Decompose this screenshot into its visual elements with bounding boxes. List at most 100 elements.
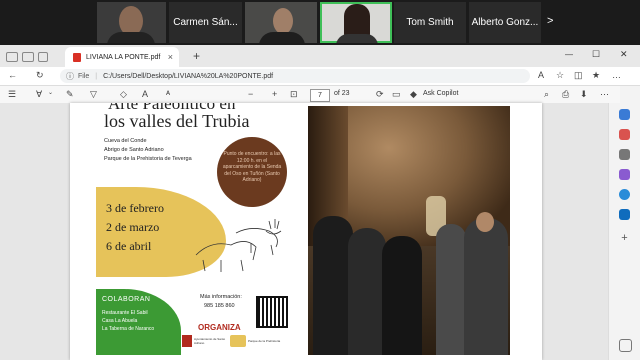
contents-icon[interactable]: ☰ <box>8 90 16 99</box>
date-item: 6 de abril <box>106 239 152 253</box>
place-item: Cueva del Conde <box>104 138 147 144</box>
pdf-viewer[interactable]: Arte Paleolítico en los valles del Trubi… <box>0 103 608 360</box>
tab-close-icon[interactable]: × <box>168 52 173 62</box>
participant-hair <box>344 4 370 38</box>
visitor-figure <box>382 236 422 355</box>
search-sidebar-icon[interactable] <box>619 109 630 120</box>
text-icon[interactable]: A <box>142 90 148 99</box>
place-item: Abrigo de Santo Adriano <box>104 147 164 153</box>
favorites-icon[interactable]: ★ <box>592 71 600 80</box>
participant-name: Tom Smith <box>406 17 454 28</box>
participant-shoulders <box>259 32 305 43</box>
tools-icon[interactable] <box>619 149 630 160</box>
participant-name: Carmen Sán... <box>173 17 238 28</box>
participant-video-3[interactable] <box>245 2 317 43</box>
organiza-label: ORGANIZA <box>198 323 241 332</box>
tab-bar: LIVIANA LA PONTE.pdf × + — ☐ ✕ <box>0 45 640 67</box>
tab-actions-icon[interactable] <box>22 52 34 62</box>
cave-art-drawing <box>195 219 282 272</box>
participant-tile-alberto[interactable]: Alberto Gonz... <box>469 2 541 43</box>
collaborator-item: Restaurante El Sabil <box>102 310 148 316</box>
info-label: Más información: <box>200 294 242 300</box>
address-url: C:/Users/Dell/Desktop/LIVIANA%20LA%20PON… <box>103 72 274 80</box>
qr-code <box>256 296 288 328</box>
fit-page-icon[interactable]: ⊡ <box>290 90 298 99</box>
visitor-figure <box>348 228 386 355</box>
menu-dots-icon[interactable]: … <box>612 71 621 80</box>
close-window-button[interactable]: ✕ <box>620 49 628 60</box>
filter-icon[interactable]: ∀ <box>36 90 42 99</box>
new-tab-button[interactable]: + <box>193 49 200 63</box>
favorite-star-icon[interactable]: ☆ <box>556 71 564 80</box>
info-phone: 985 185 860 <box>204 303 235 309</box>
shopping-icon[interactable] <box>619 129 630 140</box>
print-icon[interactable]: ⎙ <box>562 90 569 99</box>
address-bar[interactable]: ⓘ File | C:/Users/Dell/Desktop/LIVIANA%2… <box>60 69 530 83</box>
outlook-icon[interactable] <box>619 209 630 220</box>
participant-shoulders <box>336 34 378 43</box>
collaborator-item: Casa La Abuela <box>102 318 138 324</box>
chevron-right-icon: > <box>547 15 554 27</box>
cave-photo <box>308 106 510 355</box>
collab-title: COLABORAN <box>102 296 151 303</box>
visitor-figure <box>436 224 466 355</box>
municipality-logo <box>182 335 192 347</box>
participant-face <box>273 8 293 34</box>
draw-icon[interactable]: ✎ <box>66 90 74 99</box>
collaborator-item: La Taberna de Naranco <box>102 326 155 332</box>
split-screen-icon[interactable]: ◫ <box>574 71 583 80</box>
read-aloud-icon[interactable]: A <box>538 71 544 80</box>
address-divider: | <box>95 72 98 80</box>
next-participants-button[interactable]: > <box>547 15 553 27</box>
place-item: Parque de la Prehistoria de Teverga <box>104 156 192 162</box>
save-icon[interactable]: ⬇ <box>580 90 588 99</box>
highlight-icon[interactable]: ▽ <box>90 90 97 99</box>
event-poster: Arte Paleolítico en los valles del Trubi… <box>96 103 292 355</box>
search-icon[interactable]: ⌕ <box>544 90 549 99</box>
edge-sidebar: + <box>608 103 640 360</box>
date-list: 3 de febrero 2 de marzo 6 de abril <box>106 199 164 256</box>
info-icon: ⓘ <box>66 71 74 81</box>
refresh-icon[interactable]: ↻ <box>36 71 44 80</box>
back-arrow-icon[interactable]: ← <box>8 71 17 80</box>
vertical-tabs-icon[interactable] <box>38 52 48 62</box>
games-icon[interactable] <box>619 169 630 180</box>
tab-pdf[interactable]: LIVIANA LA PONTE.pdf × <box>65 47 179 67</box>
browser-window: LIVIANA LA PONTE.pdf × + — ☐ ✕ ← ↻ ⓘ Fil… <box>0 45 640 360</box>
add-sidebar-icon[interactable]: + <box>619 233 630 244</box>
erase-icon[interactable]: ◇ <box>120 90 127 99</box>
rotate-icon[interactable]: ⟳ <box>376 90 384 99</box>
pdf-page: Arte Paleolítico en los valles del Trubi… <box>70 103 542 360</box>
zoom-in-button[interactable]: + <box>272 90 277 99</box>
date-item: 3 de febrero <box>106 201 164 215</box>
window-menu-icon[interactable] <box>6 52 18 62</box>
tab-title: LIVIANA LA PONTE.pdf <box>86 53 161 61</box>
page-total: of 23 <box>334 90 350 97</box>
collaborator-list: Restaurante El Sabil Casa La Abuela La T… <box>102 309 154 333</box>
pdf-file-icon <box>73 52 81 62</box>
ask-copilot-button[interactable]: Ask Copilot <box>423 90 458 97</box>
visitor-head <box>476 212 494 232</box>
more-options-icon[interactable]: ⋯ <box>600 90 609 99</box>
microsoft365-icon[interactable] <box>619 189 630 200</box>
page-number-input[interactable]: 7 <box>310 89 330 102</box>
minimize-button[interactable]: — <box>565 50 573 59</box>
sidebar-settings-icon[interactable] <box>619 339 632 352</box>
copilot-icon[interactable]: ◆ <box>410 90 417 99</box>
chevron-down-icon[interactable]: ⌄ <box>48 90 53 96</box>
participant-shoulders <box>107 32 155 43</box>
participant-tile-carmen[interactable]: Carmen Sán... <box>169 2 242 43</box>
page-view-icon[interactable]: ▭ <box>392 90 401 99</box>
participant-video-1[interactable] <box>97 2 166 43</box>
visitor-figure <box>464 218 508 355</box>
zoom-out-button[interactable]: − <box>248 90 253 99</box>
participant-tile-tom[interactable]: Tom Smith <box>394 2 466 43</box>
visitor-figure <box>313 216 353 355</box>
maximize-button[interactable]: ☐ <box>592 49 600 60</box>
participant-name: Alberto Gonz... <box>471 17 539 28</box>
logo-text-2: Parque de la Prehistoria <box>248 339 281 343</box>
participant-video-4-speaking[interactable] <box>320 2 392 43</box>
date-item: 2 de marzo <box>106 220 160 234</box>
add-text-icon[interactable]: ᴬ <box>166 90 170 99</box>
place-list: Cueva del Conde Abrigo de Santo Adriano … <box>104 137 192 164</box>
